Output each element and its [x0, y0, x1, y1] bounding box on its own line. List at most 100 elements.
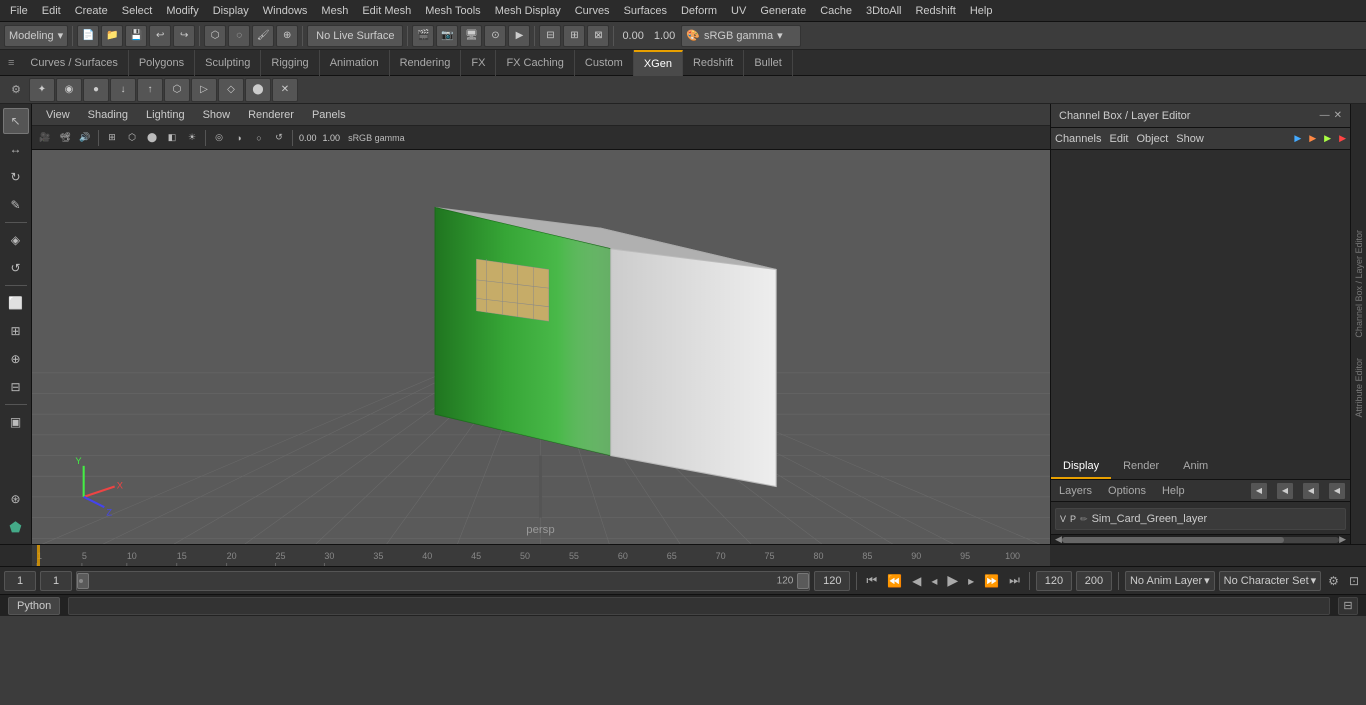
- prev-frame-btn[interactable]: ◀: [909, 574, 924, 588]
- layer-playback[interactable]: P: [1070, 514, 1076, 524]
- soft-select-left[interactable]: ◈: [3, 227, 29, 253]
- select-tool-left[interactable]: ↖: [3, 108, 29, 134]
- tool5[interactable]: ↑: [137, 78, 163, 102]
- tool10[interactable]: ✕: [272, 78, 298, 102]
- layout-btn3[interactable]: ⊠: [587, 25, 609, 47]
- render3-btn[interactable]: 🖥: [460, 25, 482, 47]
- new-file-btn[interactable]: 📄: [77, 25, 99, 47]
- vt-cam[interactable]: 🎥: [36, 129, 54, 147]
- vt-isolate[interactable]: ◎: [210, 129, 228, 147]
- snap-btn[interactable]: ⊕: [276, 25, 298, 47]
- menu-help[interactable]: Help: [964, 3, 999, 19]
- vt-texture[interactable]: ◧: [163, 129, 181, 147]
- layout-btn2[interactable]: ⊞: [563, 25, 585, 47]
- channels-label[interactable]: Channels: [1055, 133, 1101, 145]
- current-frame-input[interactable]: [4, 571, 36, 591]
- colorspace-dropdown[interactable]: 🎨 sRGB gamma ▾: [681, 25, 801, 47]
- tool4[interactable]: ↓: [110, 78, 136, 102]
- channels-object[interactable]: Object: [1136, 133, 1168, 145]
- tool9[interactable]: ⬤: [245, 78, 271, 102]
- mode-dropdown[interactable]: Modeling ▾: [4, 25, 68, 47]
- grid-snap-left[interactable]: ⊛: [3, 486, 29, 512]
- menu-mesh-tools[interactable]: Mesh Tools: [419, 3, 486, 19]
- viewport-btn[interactable]: ▣: [3, 409, 29, 435]
- range-end-input[interactable]: [814, 571, 850, 591]
- xgen-icon-left[interactable]: ⬟: [3, 514, 29, 540]
- live-surface-btn[interactable]: No Live Surface: [307, 25, 403, 47]
- rp-help[interactable]: Help: [1158, 483, 1189, 499]
- layout-btn1[interactable]: ⊟: [539, 25, 561, 47]
- status-input[interactable]: [68, 597, 1330, 615]
- move-tool-left[interactable]: ↔: [3, 136, 29, 162]
- paint-btn[interactable]: 🖌: [252, 25, 274, 47]
- settings-btn[interactable]: ⚙: [4, 78, 28, 102]
- history-left[interactable]: ↺: [3, 255, 29, 281]
- layer-row[interactable]: V P ✏ Sim_Card_Green_layer: [1055, 508, 1346, 530]
- timeline[interactable]: 1 5 10 15 20 25 30 35 40 45 50 55 60 65 …: [0, 544, 1366, 566]
- tab-polygons[interactable]: Polygons: [129, 50, 195, 76]
- playback-range[interactable]: 120: [76, 571, 810, 591]
- render2-btn[interactable]: 📷: [436, 25, 458, 47]
- tab-redshift[interactable]: Redshift: [683, 50, 744, 76]
- layer-move-up-btn[interactable]: ◀: [1302, 482, 1320, 500]
- prefs-btn[interactable]: ⚙: [1325, 574, 1342, 588]
- menu-display[interactable]: Display: [207, 3, 255, 19]
- right-panel-minimize[interactable]: —: [1320, 110, 1330, 121]
- tool3[interactable]: ●: [83, 78, 109, 102]
- anim-max-input[interactable]: [1076, 571, 1112, 591]
- menu-cache[interactable]: Cache: [814, 3, 858, 19]
- render4-btn[interactable]: ⊙: [484, 25, 506, 47]
- add-left[interactable]: ⊕: [3, 346, 29, 372]
- tab-fx-caching[interactable]: FX Caching: [496, 50, 574, 76]
- menu-mesh[interactable]: Mesh: [315, 3, 354, 19]
- vt-grid[interactable]: ⊞: [103, 129, 121, 147]
- channels-edit[interactable]: Edit: [1109, 133, 1128, 145]
- script-editor-btn[interactable]: ⊟: [1338, 597, 1358, 615]
- python-tab[interactable]: Python: [8, 597, 60, 615]
- vt-light[interactable]: ☀: [183, 129, 201, 147]
- grid-left[interactable]: ⊞: [3, 318, 29, 344]
- timeline-ruler[interactable]: 1 5 10 15 20 25 30 35 40 45 50 55 60 65 …: [32, 545, 1050, 567]
- menu-create[interactable]: Create: [69, 3, 114, 19]
- tab-rendering[interactable]: Rendering: [390, 50, 462, 76]
- menu-file[interactable]: File: [4, 3, 34, 19]
- vt-refresh[interactable]: ↺: [270, 129, 288, 147]
- menu-toggle-btn[interactable]: ≡: [2, 57, 20, 69]
- menu-uv[interactable]: UV: [725, 3, 752, 19]
- rotate-tool-left[interactable]: ↻: [3, 164, 29, 190]
- channels-show[interactable]: Show: [1176, 133, 1204, 145]
- menu-generate[interactable]: Generate: [754, 3, 812, 19]
- vm-renderer[interactable]: Renderer: [240, 107, 302, 123]
- skip-start-btn[interactable]: ⏮: [863, 573, 880, 588]
- subtract-left[interactable]: ⊟: [3, 374, 29, 400]
- scroll-left-btn[interactable]: ◀: [1055, 534, 1062, 545]
- vm-lighting[interactable]: Lighting: [138, 107, 193, 123]
- vt-shadow[interactable]: ◑: [230, 129, 248, 147]
- tab-fx[interactable]: FX: [461, 50, 496, 76]
- vt-solid[interactable]: ⬤: [143, 129, 161, 147]
- vt-ao[interactable]: ○: [250, 129, 268, 147]
- range-end-handle[interactable]: [797, 573, 809, 589]
- menu-3dtoll[interactable]: 3DtoAll: [860, 3, 907, 19]
- char-set-dropdown[interactable]: No Character Set ▾: [1219, 571, 1322, 591]
- rp-layers[interactable]: Layers: [1055, 483, 1096, 499]
- right-panel-scrollbar[interactable]: ◀ ▶: [1051, 534, 1350, 544]
- scroll-right-btn[interactable]: ▶: [1339, 534, 1346, 545]
- tab-xgen[interactable]: XGen: [634, 50, 683, 76]
- undo-btn[interactable]: ↩: [149, 25, 171, 47]
- rp-options[interactable]: Options: [1104, 483, 1150, 499]
- redo-btn[interactable]: ↪: [173, 25, 195, 47]
- menu-surfaces[interactable]: Surfaces: [618, 3, 673, 19]
- menu-windows[interactable]: Windows: [257, 3, 314, 19]
- viewport[interactable]: View Shading Lighting Show Renderer Pane…: [32, 104, 1050, 544]
- viewport-canvas[interactable]: X Y Z persp: [32, 150, 1050, 544]
- open-file-btn[interactable]: 📁: [101, 25, 123, 47]
- tab-sculpting[interactable]: Sculpting: [195, 50, 261, 76]
- tool1[interactable]: ✦: [29, 78, 55, 102]
- rp-tab-display[interactable]: Display: [1051, 456, 1111, 479]
- layer-move-down-btn[interactable]: ◀: [1328, 482, 1346, 500]
- marquee-left[interactable]: ⬜: [3, 290, 29, 316]
- menu-redshift[interactable]: Redshift: [909, 3, 961, 19]
- vm-panels[interactable]: Panels: [304, 107, 354, 123]
- vm-show[interactable]: Show: [195, 107, 239, 123]
